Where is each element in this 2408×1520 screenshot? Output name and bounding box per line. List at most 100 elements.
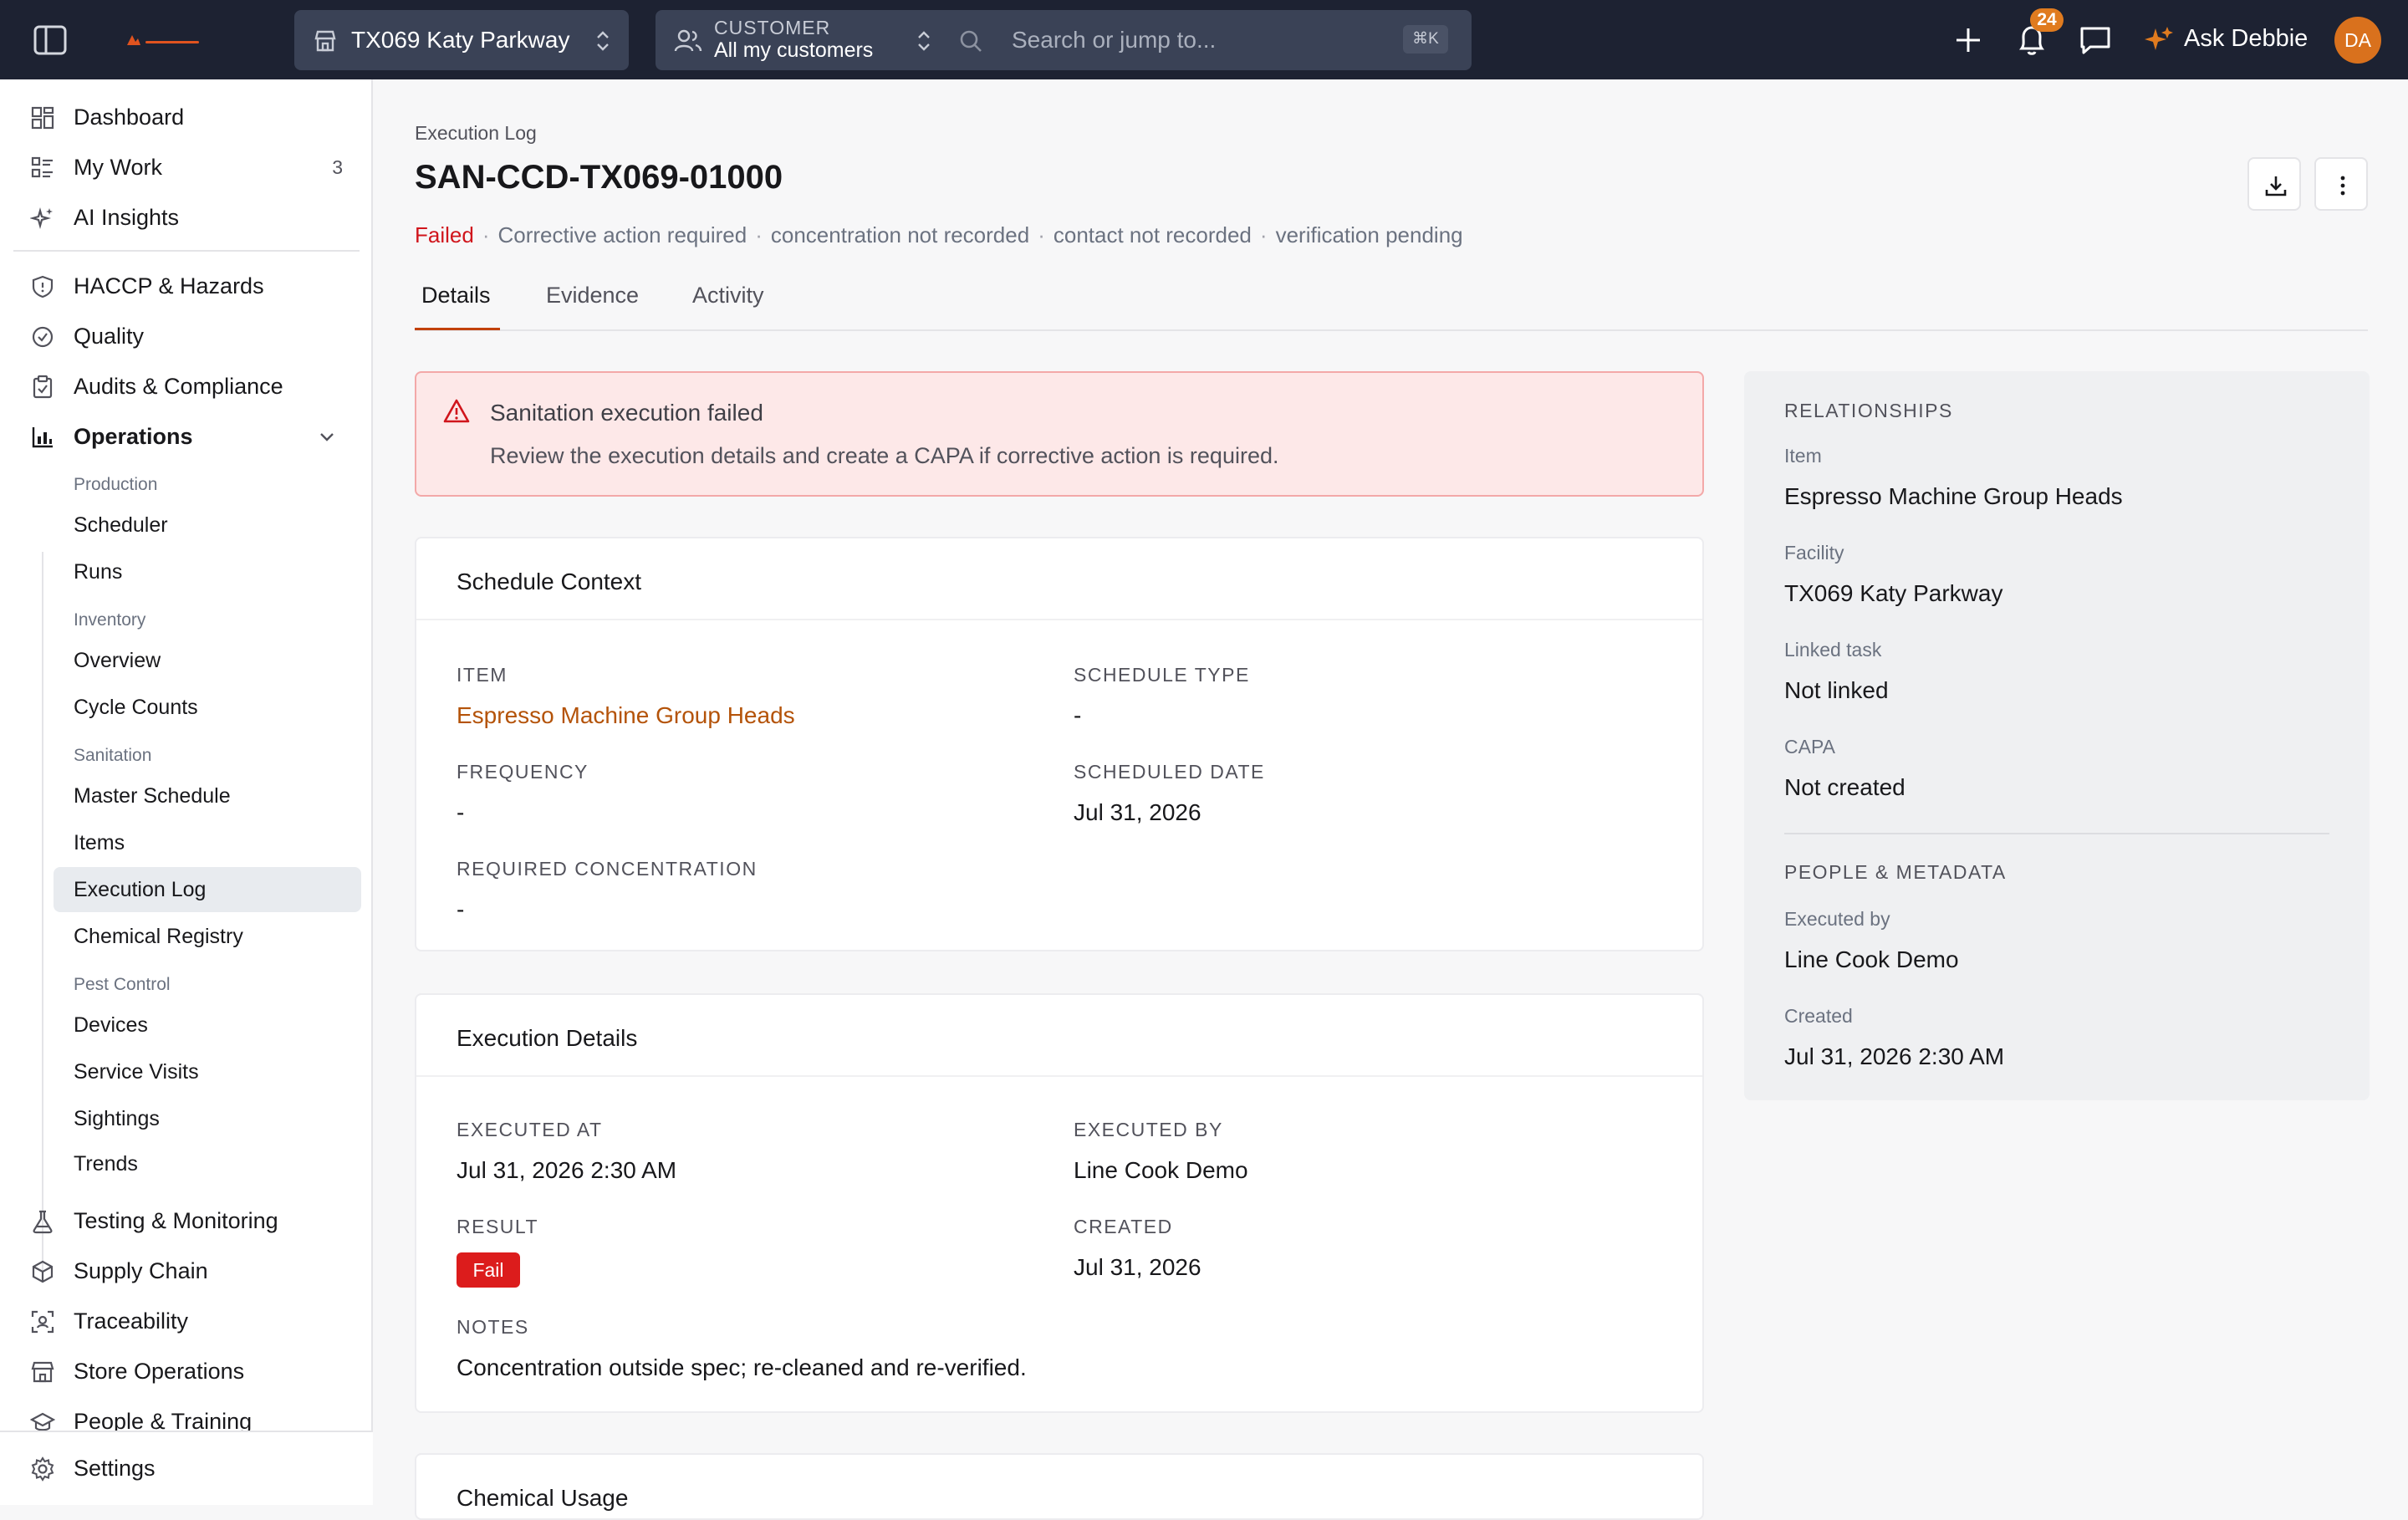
card-header: Schedule Context [416, 538, 1702, 620]
sidebar-item-haccp[interactable]: HACCP & Hazards [25, 265, 360, 307]
sidebar-item-chemical-registry[interactable]: Chemical Registry [54, 914, 361, 959]
chevron-up-down-icon[interactable] [915, 28, 933, 54]
facility-value[interactable]: TX069 Katy Parkway [1784, 580, 2002, 607]
download-button[interactable] [2247, 157, 2301, 211]
sidebar-item-runs[interactable]: Runs [54, 549, 361, 594]
sidebar-item-label: Overview [74, 649, 161, 672]
sidebar-item-cycle-counts[interactable]: Cycle Counts [54, 685, 361, 730]
sidebar-divider [13, 250, 360, 252]
sidebar-item-label: HACCP & Hazards [74, 273, 264, 298]
chart-icon [32, 427, 53, 448]
sidebar-item-label: Sightings [74, 1107, 160, 1130]
field-label: EXECUTED AT [457, 1119, 603, 1140]
customer-search-bar[interactable]: CUSTOMER All my customers Search or jump… [656, 10, 1472, 70]
field-label: ITEM [457, 664, 508, 686]
sidebar-item-overview[interactable]: Overview [54, 638, 361, 683]
tab-activity[interactable]: Activity [692, 283, 764, 309]
ask-debbie-label: Ask Debbie [2184, 25, 2309, 52]
users-icon [674, 29, 702, 52]
sidebar-item-label: Cycle Counts [74, 696, 198, 719]
sidebar-item-devices[interactable]: Devices [54, 1002, 361, 1048]
related-item-value[interactable]: Espresso Machine Group Heads [1784, 483, 2123, 510]
sidebar-item-trends[interactable]: Trends [54, 1141, 361, 1186]
field-label: RESULT [457, 1216, 539, 1237]
sidebar-item-store-operations[interactable]: Store Operations [25, 1350, 360, 1392]
created-value: Jul 31, 2026 2:30 AM [1784, 1043, 2005, 1069]
tab-bar: Details Evidence Activity [415, 276, 2368, 331]
sidebar-item-scheduler[interactable]: Scheduler [54, 502, 361, 548]
sidebar-item-label: Devices [74, 1013, 148, 1037]
required-concentration-value: - [457, 896, 465, 922]
status-flag: concentration not recorded [770, 222, 1030, 247]
sidebar-item-ai-insights[interactable]: AI Insights [25, 196, 360, 238]
field-label: Executed by [1784, 908, 1890, 930]
grid-icon [31, 106, 54, 130]
card-title: Schedule Context [457, 569, 642, 594]
shield-icon [32, 275, 54, 298]
tab-details[interactable]: Details [421, 283, 491, 309]
sidebar-item-master-schedule[interactable]: Master Schedule [54, 773, 361, 819]
status-line: Failed · Corrective action required · concen… [415, 222, 1463, 247]
chat-icon[interactable] [2077, 22, 2114, 59]
package-icon [32, 1260, 54, 1283]
sidebar-item-my-work[interactable]: My Work 3 [25, 146, 360, 188]
breadcrumb[interactable]: Execution Log [415, 122, 537, 145]
tab-evidence[interactable]: Evidence [546, 283, 639, 309]
sidebar-item-sightings[interactable]: Sightings [54, 1096, 361, 1141]
sidebar-item-label: Settings [74, 1456, 156, 1481]
field-label: CAPA [1784, 736, 1835, 757]
sidebar-item-testing[interactable]: Testing & Monitoring [25, 1200, 360, 1242]
relationships-panel: RELATIONSHIPS Item Espresso Machine Grou… [1744, 371, 2370, 1100]
scheduled-date-value: Jul 31, 2026 [1074, 799, 1201, 825]
field-label: Facility [1784, 542, 1844, 564]
panel-divider [1784, 833, 2329, 834]
location-name: TX069 Katy Parkway [351, 27, 570, 53]
sidebar-item-settings[interactable]: Settings [25, 1447, 360, 1489]
submenu-group-inventory: Inventory [74, 610, 146, 630]
search-input[interactable]: Search or jump to... [1012, 27, 1216, 54]
chevron-down-icon[interactable] [318, 427, 336, 446]
sidebar-item-label: Operations [74, 424, 193, 449]
location-selector[interactable]: TX069 Katy Parkway [294, 10, 629, 70]
card-header: Execution Details [416, 995, 1702, 1077]
error-alert: Sanitation execution failed Review the e… [415, 371, 1704, 497]
sidebar-toggle-icon[interactable] [32, 23, 69, 57]
sidebar-item-label: Quality [74, 324, 145, 349]
sidebar-item-label: Chemical Registry [74, 925, 243, 948]
sidebar-item-execution-log[interactable]: Execution Log [54, 867, 361, 912]
sidebar-item-audits[interactable]: Audits & Compliance [25, 365, 360, 407]
sidebar-item-label: Items [74, 831, 125, 854]
page-title: SAN-CCD-TX069-01000 [415, 159, 783, 196]
executed-by-value: Line Cook Demo [1784, 946, 1959, 972]
linked-task-value: Not linked [1784, 677, 1889, 703]
sidebar-item-service-visits[interactable]: Service Visits [54, 1049, 361, 1094]
customer-value[interactable]: All my customers [714, 38, 873, 63]
check-circle-icon [32, 326, 54, 348]
execution-details-card: Execution Details EXECUTED AT Jul 31, 20… [415, 993, 1704, 1413]
sparkle-icon [30, 207, 53, 230]
sidebar-item-operations[interactable]: Operations [25, 416, 360, 457]
sidebar-item-label: Dashboard [74, 105, 185, 130]
more-options-button[interactable] [2314, 157, 2368, 211]
sidebar-item-traceability[interactable]: Traceability [25, 1300, 360, 1342]
sidebar-item-quality[interactable]: Quality [25, 315, 360, 357]
sidebar-item-people-training[interactable]: People & Training [25, 1400, 360, 1431]
sidebar-item-items[interactable]: Items [54, 820, 361, 865]
plus-icon[interactable] [1950, 22, 1987, 59]
alert-description: Review the execution details and create … [490, 443, 1279, 468]
status-badge: Failed [415, 222, 474, 247]
sidebar-item-label: Runs [74, 560, 123, 584]
sidebar-item-supply-chain[interactable]: Supply Chain [25, 1250, 360, 1292]
avatar[interactable]: DA [2334, 17, 2381, 64]
executed-at-value: Jul 31, 2026 2:30 AM [457, 1157, 677, 1183]
item-link[interactable]: Espresso Machine Group Heads [457, 702, 795, 729]
field-label: SCHEDULED DATE [1074, 761, 1265, 783]
alert-title: Sanitation execution failed [490, 400, 763, 426]
field-label: NOTES [457, 1316, 529, 1338]
gear-icon [31, 1456, 54, 1482]
status-flag: contact not recorded [1053, 222, 1252, 247]
brand-logo [127, 35, 199, 45]
section-heading: RELATIONSHIPS [1784, 400, 1953, 421]
field-label: Created [1784, 1005, 1853, 1027]
sidebar-item-dashboard[interactable]: Dashboard [25, 96, 360, 138]
